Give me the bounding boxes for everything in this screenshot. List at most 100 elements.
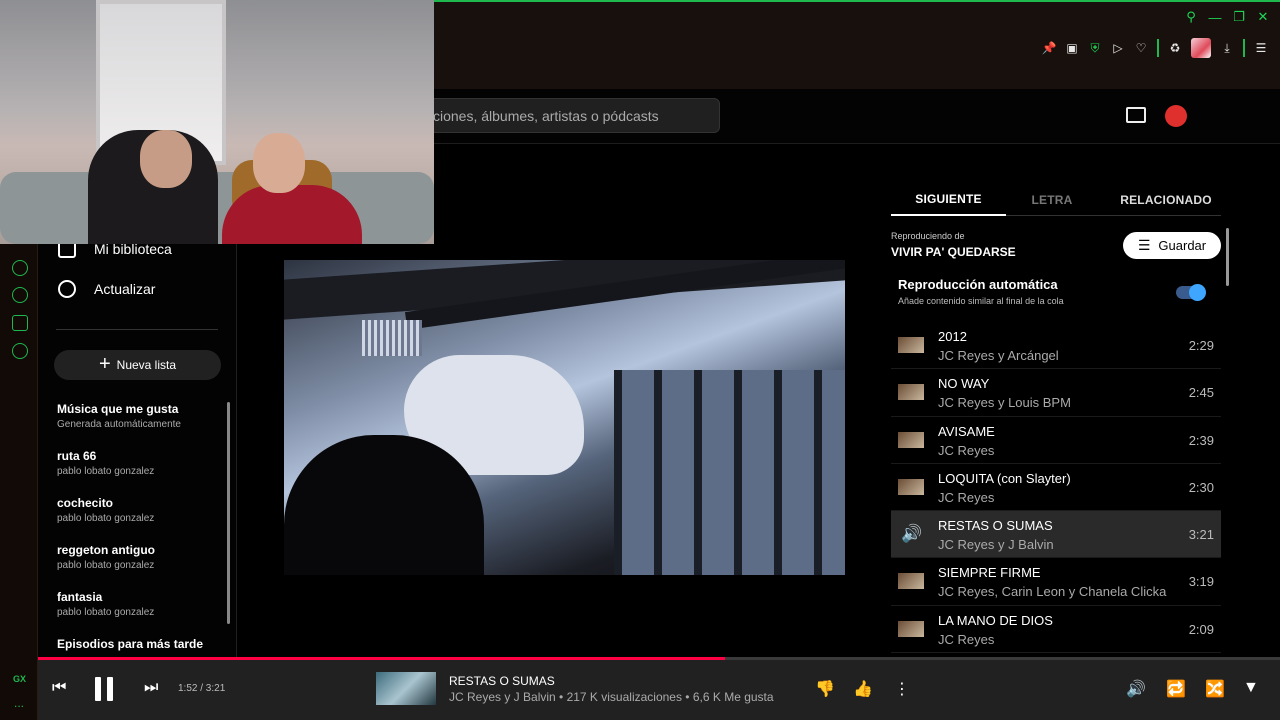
now-playing-thumbnail[interactable] bbox=[376, 672, 436, 705]
playlist-item[interactable]: fantasia pablo lobato gonzalez bbox=[57, 590, 227, 637]
queue-item[interactable]: NO WAY JC Reyes y Louis BPM 2:45 bbox=[891, 369, 1221, 417]
profile-extension[interactable] bbox=[1191, 38, 1211, 58]
shield-icon[interactable]: ⛨ bbox=[1088, 40, 1102, 56]
playlist-title: fantasia bbox=[57, 590, 103, 604]
queue-item[interactable]: AVISAME JC Reyes 2:39 bbox=[891, 417, 1221, 464]
dislike-icon[interactable]: 👎 bbox=[815, 679, 835, 699]
queue-item[interactable]: 2012 JC Reyes y Arcángel 2:29 bbox=[891, 322, 1221, 370]
pin-icon[interactable]: 📌 bbox=[1042, 40, 1057, 56]
menu-icon[interactable]: ☰ bbox=[1254, 40, 1268, 56]
autoplay-title: Reproducción automática bbox=[898, 277, 1058, 292]
video-player[interactable] bbox=[284, 260, 845, 575]
playlist-item[interactable]: cochecito pablo lobato gonzalez bbox=[57, 496, 227, 543]
playlist-item[interactable]: Música que me gusta Generada automáticame… bbox=[57, 402, 227, 449]
playlist-item[interactable]: reggeton antiguo pablo lobato gonzalez bbox=[57, 543, 227, 590]
snapshot-icon[interactable]: ▣ bbox=[1065, 40, 1079, 56]
plus-icon: + bbox=[98, 352, 111, 375]
queue-duration: 2:45 bbox=[1188, 385, 1214, 401]
like-icon[interactable]: 👍 bbox=[853, 679, 873, 699]
queue-artist: JC Reyes y Louis BPM bbox=[938, 395, 1071, 411]
queue-duration: 2:39 bbox=[1188, 432, 1214, 448]
webcam-person bbox=[222, 185, 362, 244]
restore-icon[interactable]: ❐ bbox=[1232, 9, 1246, 24]
queue-title: RESTAS O SUMAS bbox=[938, 518, 1053, 534]
autoplay-subtitle: Añade contenido similar al final de la c… bbox=[898, 296, 1064, 306]
queue-title: LOQUITA (con Slayter) bbox=[938, 470, 1071, 486]
minimize-icon[interactable]: — bbox=[1208, 10, 1222, 25]
playlist-subtitle: pablo lobato gonzalez bbox=[57, 466, 155, 477]
play-icon[interactable]: ▷ bbox=[1111, 40, 1125, 56]
queue-item[interactable]: SIEMPRE FIRME JC Reyes, Carin Leon y Chan… bbox=[891, 558, 1221, 606]
playlist-title: Episodios para más tarde bbox=[57, 637, 204, 651]
volume-icon[interactable]: 🔊 bbox=[1126, 679, 1146, 699]
search-input[interactable]: ciones, álbumes, artistas o pódcasts bbox=[420, 98, 720, 133]
queue-title: AVISAME bbox=[938, 423, 995, 439]
player-icon[interactable] bbox=[12, 260, 28, 276]
toolbar-divider bbox=[1243, 39, 1245, 57]
sidebar-item-upgrade[interactable]: Actualizar bbox=[58, 280, 155, 298]
queue-item[interactable]: LA MANO DE DIOS JC Reyes 2:09 bbox=[891, 606, 1221, 653]
playlist-item[interactable]: ruta 66 pablo lobato gonzalez bbox=[57, 449, 227, 496]
playlist-add-icon: ☰ bbox=[1137, 237, 1151, 253]
download-icon[interactable]: ⤓ bbox=[1220, 40, 1234, 56]
video-scene-vent bbox=[362, 320, 422, 356]
settings-icon[interactable] bbox=[12, 343, 28, 359]
queue-artist: JC Reyes y J Balvin bbox=[938, 537, 1054, 553]
tab-lyrics[interactable]: LETRA bbox=[1006, 183, 1098, 216]
search-placeholder: ciones, álbumes, artistas o pódcasts bbox=[433, 108, 659, 124]
extensions-icon[interactable]: ♻ bbox=[1168, 40, 1182, 56]
progress-bar[interactable] bbox=[38, 657, 1280, 660]
more-options-icon[interactable]: ⋮ bbox=[894, 679, 910, 699]
pause-bar bbox=[95, 677, 101, 701]
queue-duration: 3:21 bbox=[1188, 527, 1214, 543]
queue-duration: 2:30 bbox=[1188, 479, 1214, 495]
avatar[interactable] bbox=[1165, 105, 1187, 127]
gx-logo[interactable]: GX bbox=[13, 674, 26, 684]
queue-artist: JC Reyes bbox=[938, 489, 995, 505]
queue-thumbnail bbox=[898, 478, 924, 495]
save-button[interactable]: ☰ Guardar bbox=[1123, 232, 1221, 259]
webcam-overlay bbox=[0, 0, 434, 244]
sidebar-item-label: Actualizar bbox=[94, 281, 156, 297]
chevron-down-icon[interactable]: ▼ bbox=[1243, 679, 1259, 697]
queue-duration: 2:29 bbox=[1188, 338, 1214, 353]
history-icon[interactable] bbox=[12, 287, 28, 303]
video-scene-windows bbox=[614, 370, 845, 575]
tab-related[interactable]: RELACIONADO bbox=[1111, 183, 1221, 216]
playlist-subtitle: pablo lobato gonzalez bbox=[57, 607, 155, 618]
queue-artist: JC Reyes y Arcángel bbox=[938, 348, 1059, 363]
cast-icon[interactable] bbox=[1126, 107, 1146, 123]
previous-icon[interactable]: ⏮ bbox=[52, 679, 66, 697]
new-playlist-label: Nueva lista bbox=[116, 358, 177, 372]
playing-from-title[interactable]: VIVIR PA' QUEDARSE bbox=[891, 245, 1016, 259]
toolbar-divider bbox=[1157, 39, 1159, 57]
search-icon[interactable]: ⚲ bbox=[1184, 9, 1198, 24]
queue-list: 2012 JC Reyes y Arcángel 2:29 NO WAY JC Reye… bbox=[891, 322, 1221, 653]
queue-item[interactable]: LOQUITA (con Slayter) JC Reyes 2:30 bbox=[891, 464, 1221, 512]
extensions-icon[interactable] bbox=[12, 315, 28, 331]
webcam-person-head bbox=[140, 130, 192, 188]
playing-from-label: Reproduciendo de bbox=[891, 231, 965, 241]
scrollbar[interactable] bbox=[1226, 228, 1229, 286]
tab-up-next[interactable]: SIGUIENTE bbox=[891, 183, 1006, 216]
queue-item[interactable]: 🔊 RESTAS O SUMAS JC Reyes y J Balvin 3:21 bbox=[891, 511, 1221, 559]
playlist-title: Música que me gusta bbox=[57, 402, 179, 416]
more-icon[interactable]: ... bbox=[14, 696, 24, 710]
playlist-subtitle: Generada automáticamente bbox=[57, 419, 181, 430]
heart-icon[interactable]: ♡ bbox=[1134, 40, 1148, 56]
shuffle-icon[interactable]: 🔀 bbox=[1205, 679, 1225, 699]
repeat-icon[interactable]: 🔁 bbox=[1166, 679, 1186, 699]
queue-title: 2012 bbox=[938, 329, 967, 344]
toggle-knob bbox=[1189, 284, 1206, 301]
close-icon[interactable]: ✕ bbox=[1256, 9, 1270, 24]
next-icon[interactable]: ⏭ bbox=[144, 679, 158, 697]
autoplay-toggle[interactable] bbox=[1176, 284, 1206, 301]
new-playlist-button[interactable]: + Nueva lista bbox=[54, 350, 221, 380]
playlist-title: reggeton antiguo bbox=[57, 543, 155, 557]
now-playing-title[interactable]: RESTAS O SUMAS bbox=[449, 674, 555, 688]
pause-button[interactable] bbox=[95, 677, 113, 701]
now-playing-subtitle: JC Reyes y J Balvin • 217 K visualizacio… bbox=[449, 690, 774, 704]
window-controls: ⚲ — ❐ ✕ bbox=[1184, 9, 1270, 25]
scrollbar[interactable] bbox=[227, 402, 230, 624]
queue-artist: JC Reyes, Carin Leon y Chanela Clicka bbox=[938, 584, 1167, 600]
